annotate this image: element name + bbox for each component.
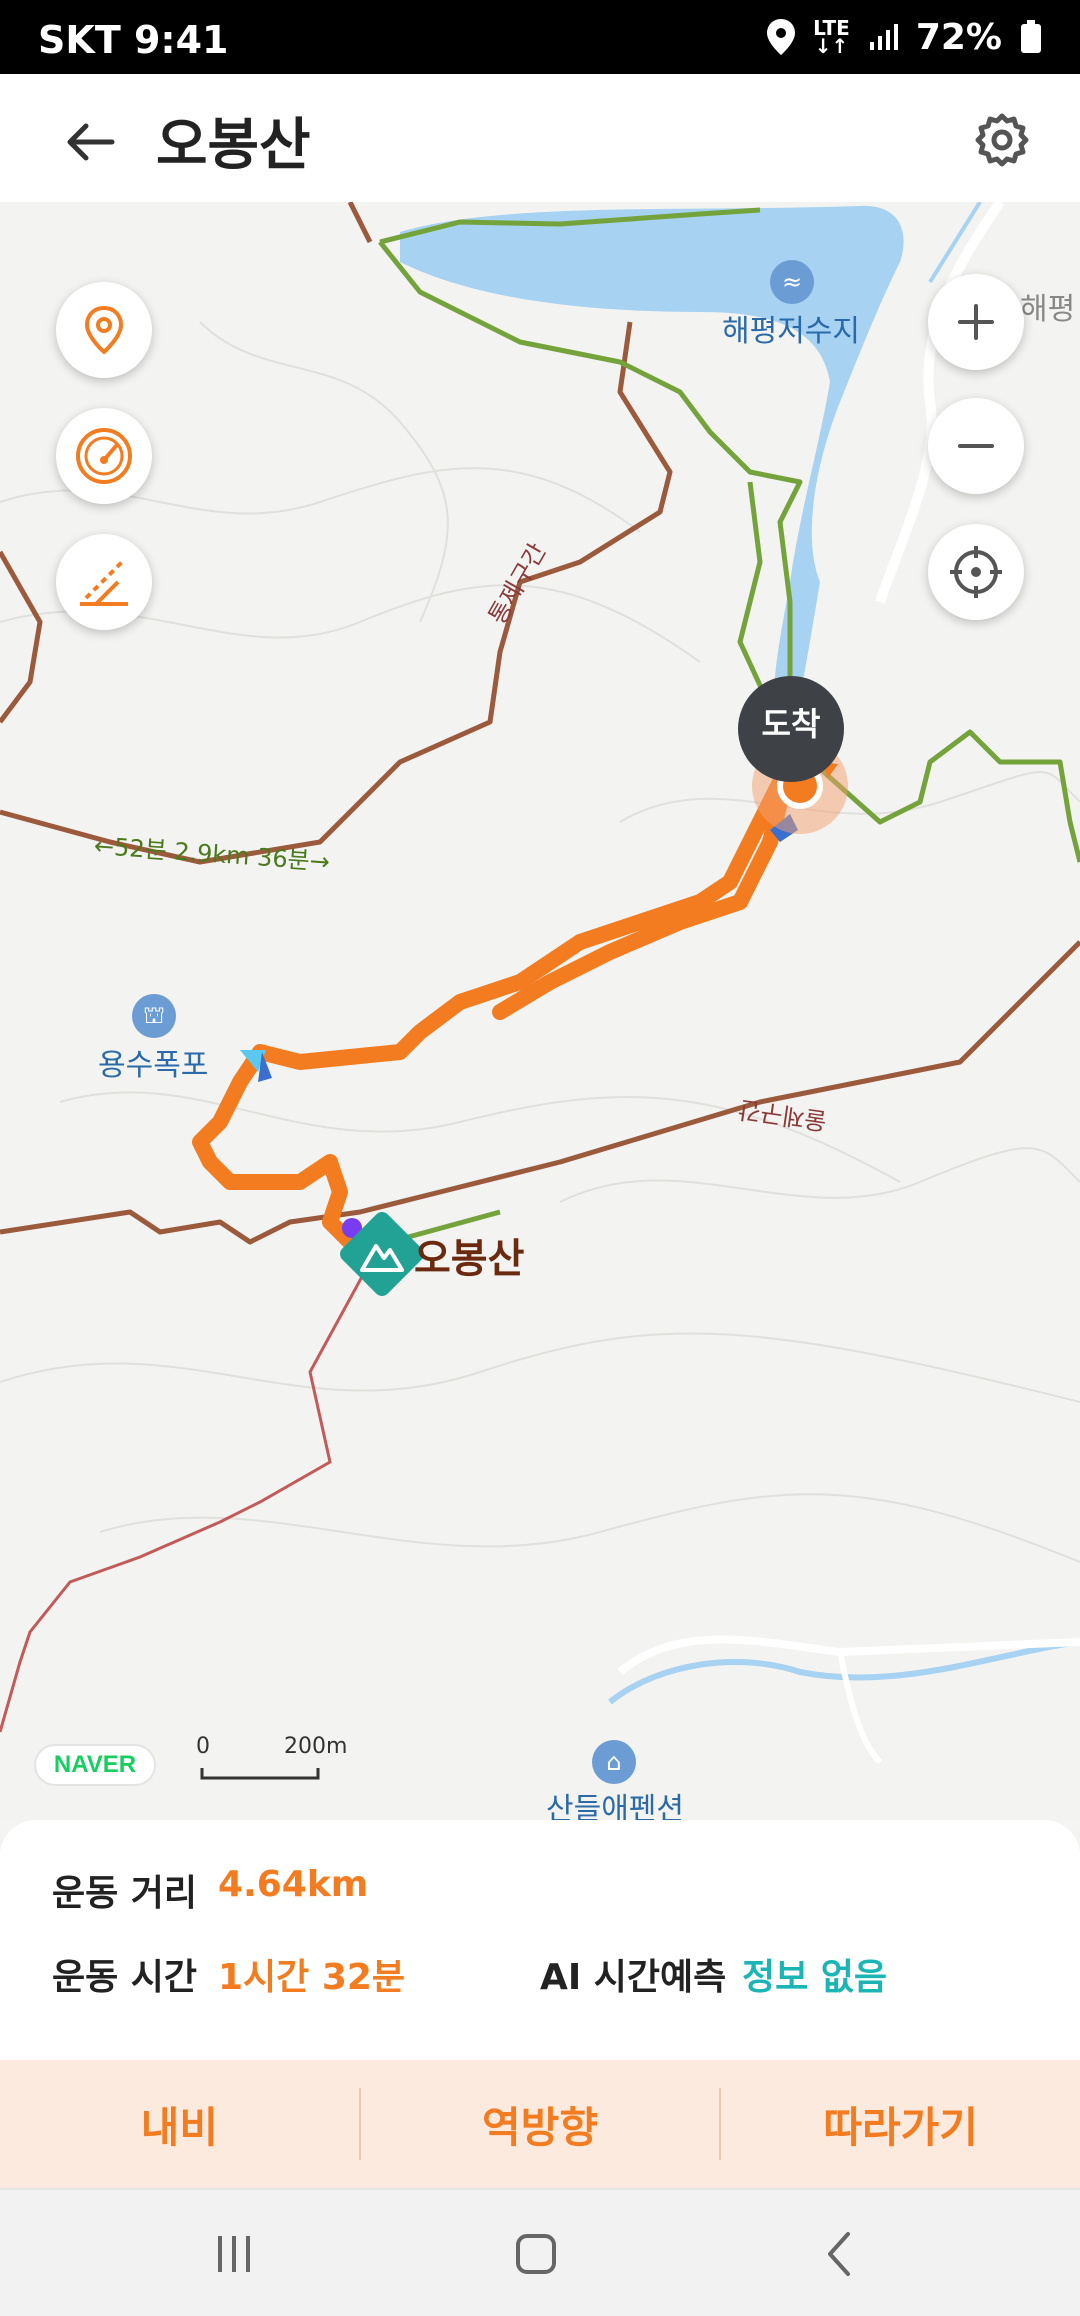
- zoom-out-button[interactable]: [928, 398, 1024, 494]
- time-value: 1시간 32분: [218, 1957, 406, 1998]
- zoom-in-icon: [958, 304, 994, 340]
- page-title: 오봉산: [156, 113, 311, 178]
- carrier-time: SKT 9:41: [38, 18, 229, 62]
- arrow-left-icon: [67, 123, 115, 161]
- gear-icon: [975, 113, 1029, 167]
- home-button[interactable]: [496, 2222, 576, 2286]
- status-bar: SKT 9:41 LTE ↓↑ 72%: [0, 0, 1080, 74]
- time-label: 운동 시간: [52, 1957, 198, 1998]
- app-header: 오봉산: [0, 74, 1080, 202]
- location-pin-icon: [84, 306, 124, 354]
- home-icon: [516, 2234, 556, 2274]
- village-label: 해평: [1020, 292, 1076, 327]
- route-track: [192, 754, 798, 1250]
- settings-button[interactable]: [962, 100, 1042, 180]
- status-icons: LTE ↓↑ 72%: [767, 14, 1042, 60]
- scale-bar: [200, 1768, 320, 1780]
- action-bar: 내비 역방향 따라가기: [0, 2060, 1080, 2188]
- waterfall-label[interactable]: 용수폭포: [98, 1040, 208, 1084]
- info-panel: 운동 거리 4.64km 운동 시간 1시간 32분 AI 시간예측 정보 없음: [0, 1820, 1080, 2060]
- peak-label[interactable]: 오봉산: [414, 1226, 524, 1284]
- recents-icon: [218, 2236, 250, 2272]
- trail-lines: [0, 202, 1080, 1245]
- slope-icon: [80, 560, 128, 606]
- slope-button[interactable]: [56, 534, 152, 630]
- lte-icon: LTE ↓↑: [813, 16, 850, 58]
- zoom-in-button[interactable]: [928, 274, 1024, 370]
- crosshair-icon: [950, 546, 1002, 598]
- distance-label: 운동 거리: [52, 1873, 198, 1914]
- distance-value: 4.64km: [218, 1864, 369, 1905]
- arrival-bubble[interactable]: 도착: [738, 676, 844, 782]
- reservoir-icon[interactable]: ≈: [770, 260, 814, 304]
- speedometer-icon: [76, 428, 132, 484]
- my-location-button[interactable]: [928, 524, 1024, 620]
- battery-icon: [1021, 20, 1041, 53]
- navi-button[interactable]: 내비: [0, 2060, 359, 2188]
- reverse-button[interactable]: 역방향: [361, 2060, 720, 2188]
- follow-button[interactable]: 따라가기: [721, 2060, 1080, 2188]
- lodging-icon[interactable]: ⌂: [592, 1740, 636, 1784]
- pension-label[interactable]: 산들애펜션: [546, 1784, 684, 1820]
- location-icon: [767, 19, 796, 55]
- signal-icon: [869, 24, 898, 50]
- map-view[interactable]: ≈ 해평저수지 해평 ⛫ 용수폭포 ⌂ 산들애펜션 통제구간 울제구간 ←52분…: [0, 202, 1080, 1820]
- zoom-out-icon: [958, 444, 994, 448]
- back-icon: [828, 2232, 850, 2276]
- speedometer-button[interactable]: [56, 408, 152, 504]
- recents-button[interactable]: [194, 2222, 274, 2286]
- nav-back-button[interactable]: [800, 2222, 880, 2286]
- reservoir-label[interactable]: 해평저수지: [722, 306, 860, 350]
- back-button[interactable]: [52, 104, 128, 180]
- system-nav-bar: [0, 2188, 1080, 2316]
- reservoir-water: [400, 205, 904, 743]
- waterfall-icon[interactable]: ⛫: [132, 994, 176, 1038]
- naver-attribution: NAVER: [34, 1744, 156, 1786]
- ai-estimate-label: AI 시간예측: [540, 1957, 727, 1998]
- mountain-icon: [360, 1244, 404, 1272]
- ai-estimate-value: 정보 없음: [742, 1957, 888, 1998]
- battery-percent: 72%: [915, 16, 1002, 58]
- location-pin-button[interactable]: [56, 282, 152, 378]
